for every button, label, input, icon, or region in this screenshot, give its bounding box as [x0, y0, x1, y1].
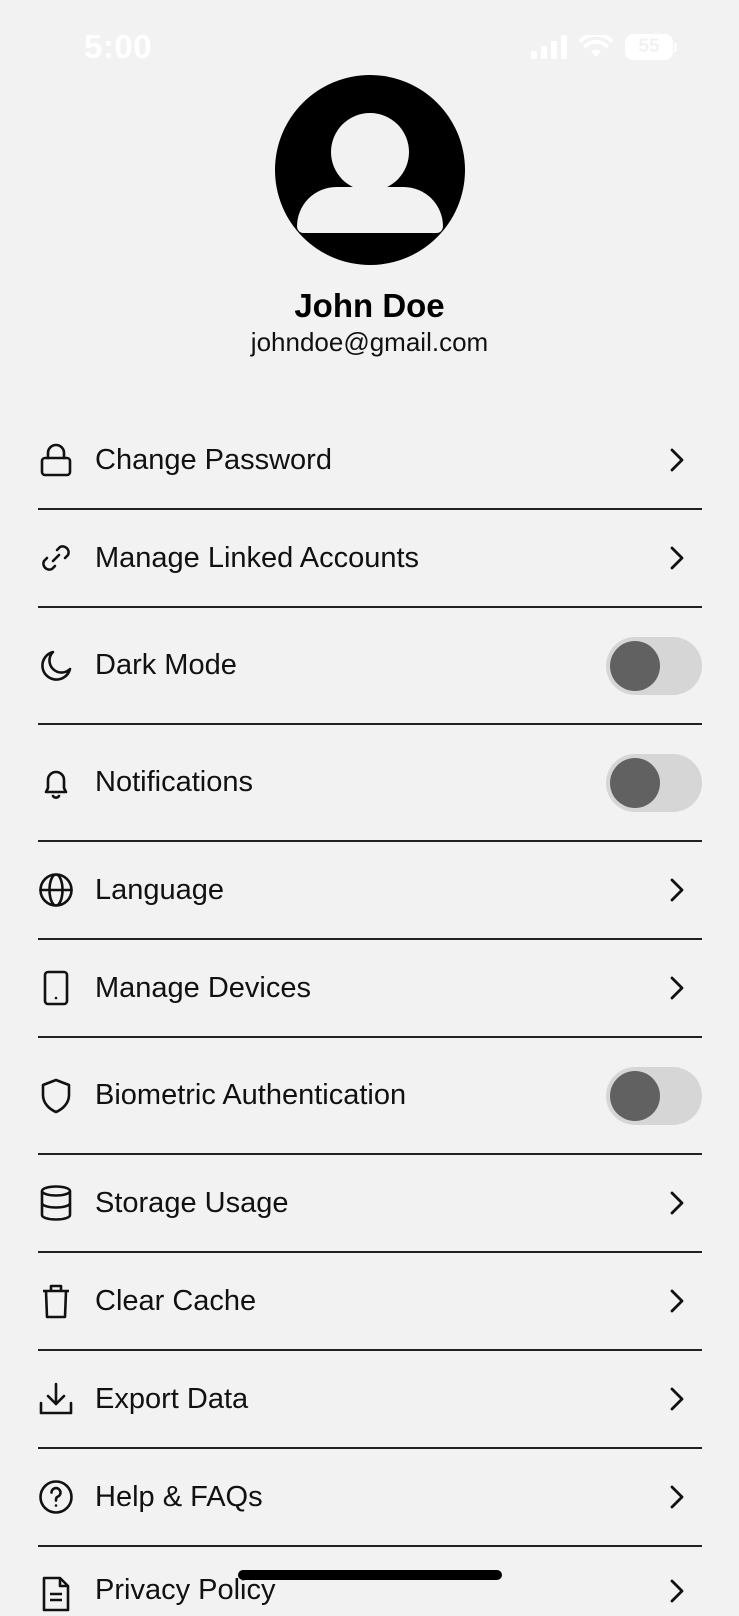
chevron-right-icon [666, 976, 688, 1000]
chevron-right-icon [666, 1289, 688, 1313]
avatar[interactable] [274, 75, 465, 265]
settings-item-clear-cache[interactable]: Clear Cache [38, 1253, 702, 1351]
profile-header: John Doe johndoe@gmail.com [0, 75, 739, 359]
settings-item-change-password[interactable]: Change Password [38, 412, 702, 510]
help-circle-icon [38, 1479, 74, 1515]
settings-item-label: Manage Linked Accounts [95, 541, 420, 574]
settings-item-privacy-policy[interactable]: Privacy Policy [38, 1556, 702, 1616]
settings-item-biometric-authentication: Biometric Authentication [38, 1038, 702, 1155]
chevron-right-icon [666, 1191, 688, 1215]
bell-icon [38, 765, 74, 801]
link-icon [38, 540, 74, 576]
chevron-right-icon [666, 1387, 688, 1411]
dark-mode-toggle[interactable] [606, 636, 702, 695]
battery-tip [674, 42, 677, 52]
settings-item-label: Biometric Authentication [95, 1079, 407, 1111]
shield-icon [38, 1078, 74, 1114]
chevron-right-icon [666, 878, 688, 902]
settings-item-label: Language [95, 873, 225, 906]
lock-icon [38, 442, 74, 478]
chevron-right-icon [666, 1579, 688, 1603]
settings-item-label: Notifications [95, 766, 253, 798]
toggle-knob [610, 640, 660, 691]
database-icon [38, 1185, 74, 1221]
settings-list: Change Password Manage Linked Accounts D… [38, 412, 702, 1547]
phone-icon [38, 970, 74, 1006]
settings-item-label: Clear Cache [95, 1284, 257, 1317]
status-time: 5:00 [84, 28, 153, 65]
settings-item-label: Manage Devices [95, 971, 311, 1004]
toggle-knob [610, 757, 660, 808]
trash-icon [38, 1283, 74, 1319]
settings-item-label: Change Password [95, 443, 332, 476]
chevron-right-icon [666, 1485, 688, 1509]
download-icon [38, 1381, 74, 1417]
settings-item-dark-mode: Dark Mode [38, 608, 702, 725]
moon-icon [38, 648, 74, 684]
wifi-icon [579, 35, 613, 59]
document-icon [38, 1576, 74, 1612]
settings-item-label: Storage Usage [95, 1186, 289, 1219]
chevron-right-icon [666, 448, 688, 472]
profile-email: johndoe@gmail.com [250, 327, 489, 357]
settings-item-help-faqs[interactable]: Help & FAQs [38, 1449, 702, 1547]
settings-item-export-data[interactable]: Export Data [38, 1351, 702, 1449]
chevron-right-icon [666, 546, 688, 570]
cellular-signal-icon [531, 35, 567, 59]
globe-icon [38, 872, 74, 908]
settings-item-storage-usage[interactable]: Storage Usage [38, 1155, 702, 1253]
home-indicator[interactable] [238, 1570, 502, 1580]
battery-level: 55 [625, 34, 673, 60]
biometric-toggle[interactable] [606, 1066, 702, 1125]
toggle-knob [610, 1070, 660, 1121]
battery-indicator: 55 [625, 34, 677, 60]
settings-item-notifications: Notifications [38, 725, 702, 842]
notifications-toggle[interactable] [606, 753, 702, 812]
settings-item-language[interactable]: Language [38, 842, 702, 940]
settings-item-label: Export Data [95, 1382, 249, 1415]
settings-item-manage-linked-accounts[interactable]: Manage Linked Accounts [38, 510, 702, 608]
status-icons: 55 [531, 34, 677, 60]
profile-name: John Doe [294, 287, 445, 324]
settings-item-manage-devices[interactable]: Manage Devices [38, 940, 702, 1038]
settings-item-label: Dark Mode [95, 649, 237, 681]
settings-item-label: Help & FAQs [95, 1480, 263, 1513]
avatar-head [330, 113, 409, 191]
avatar-body [296, 187, 443, 233]
